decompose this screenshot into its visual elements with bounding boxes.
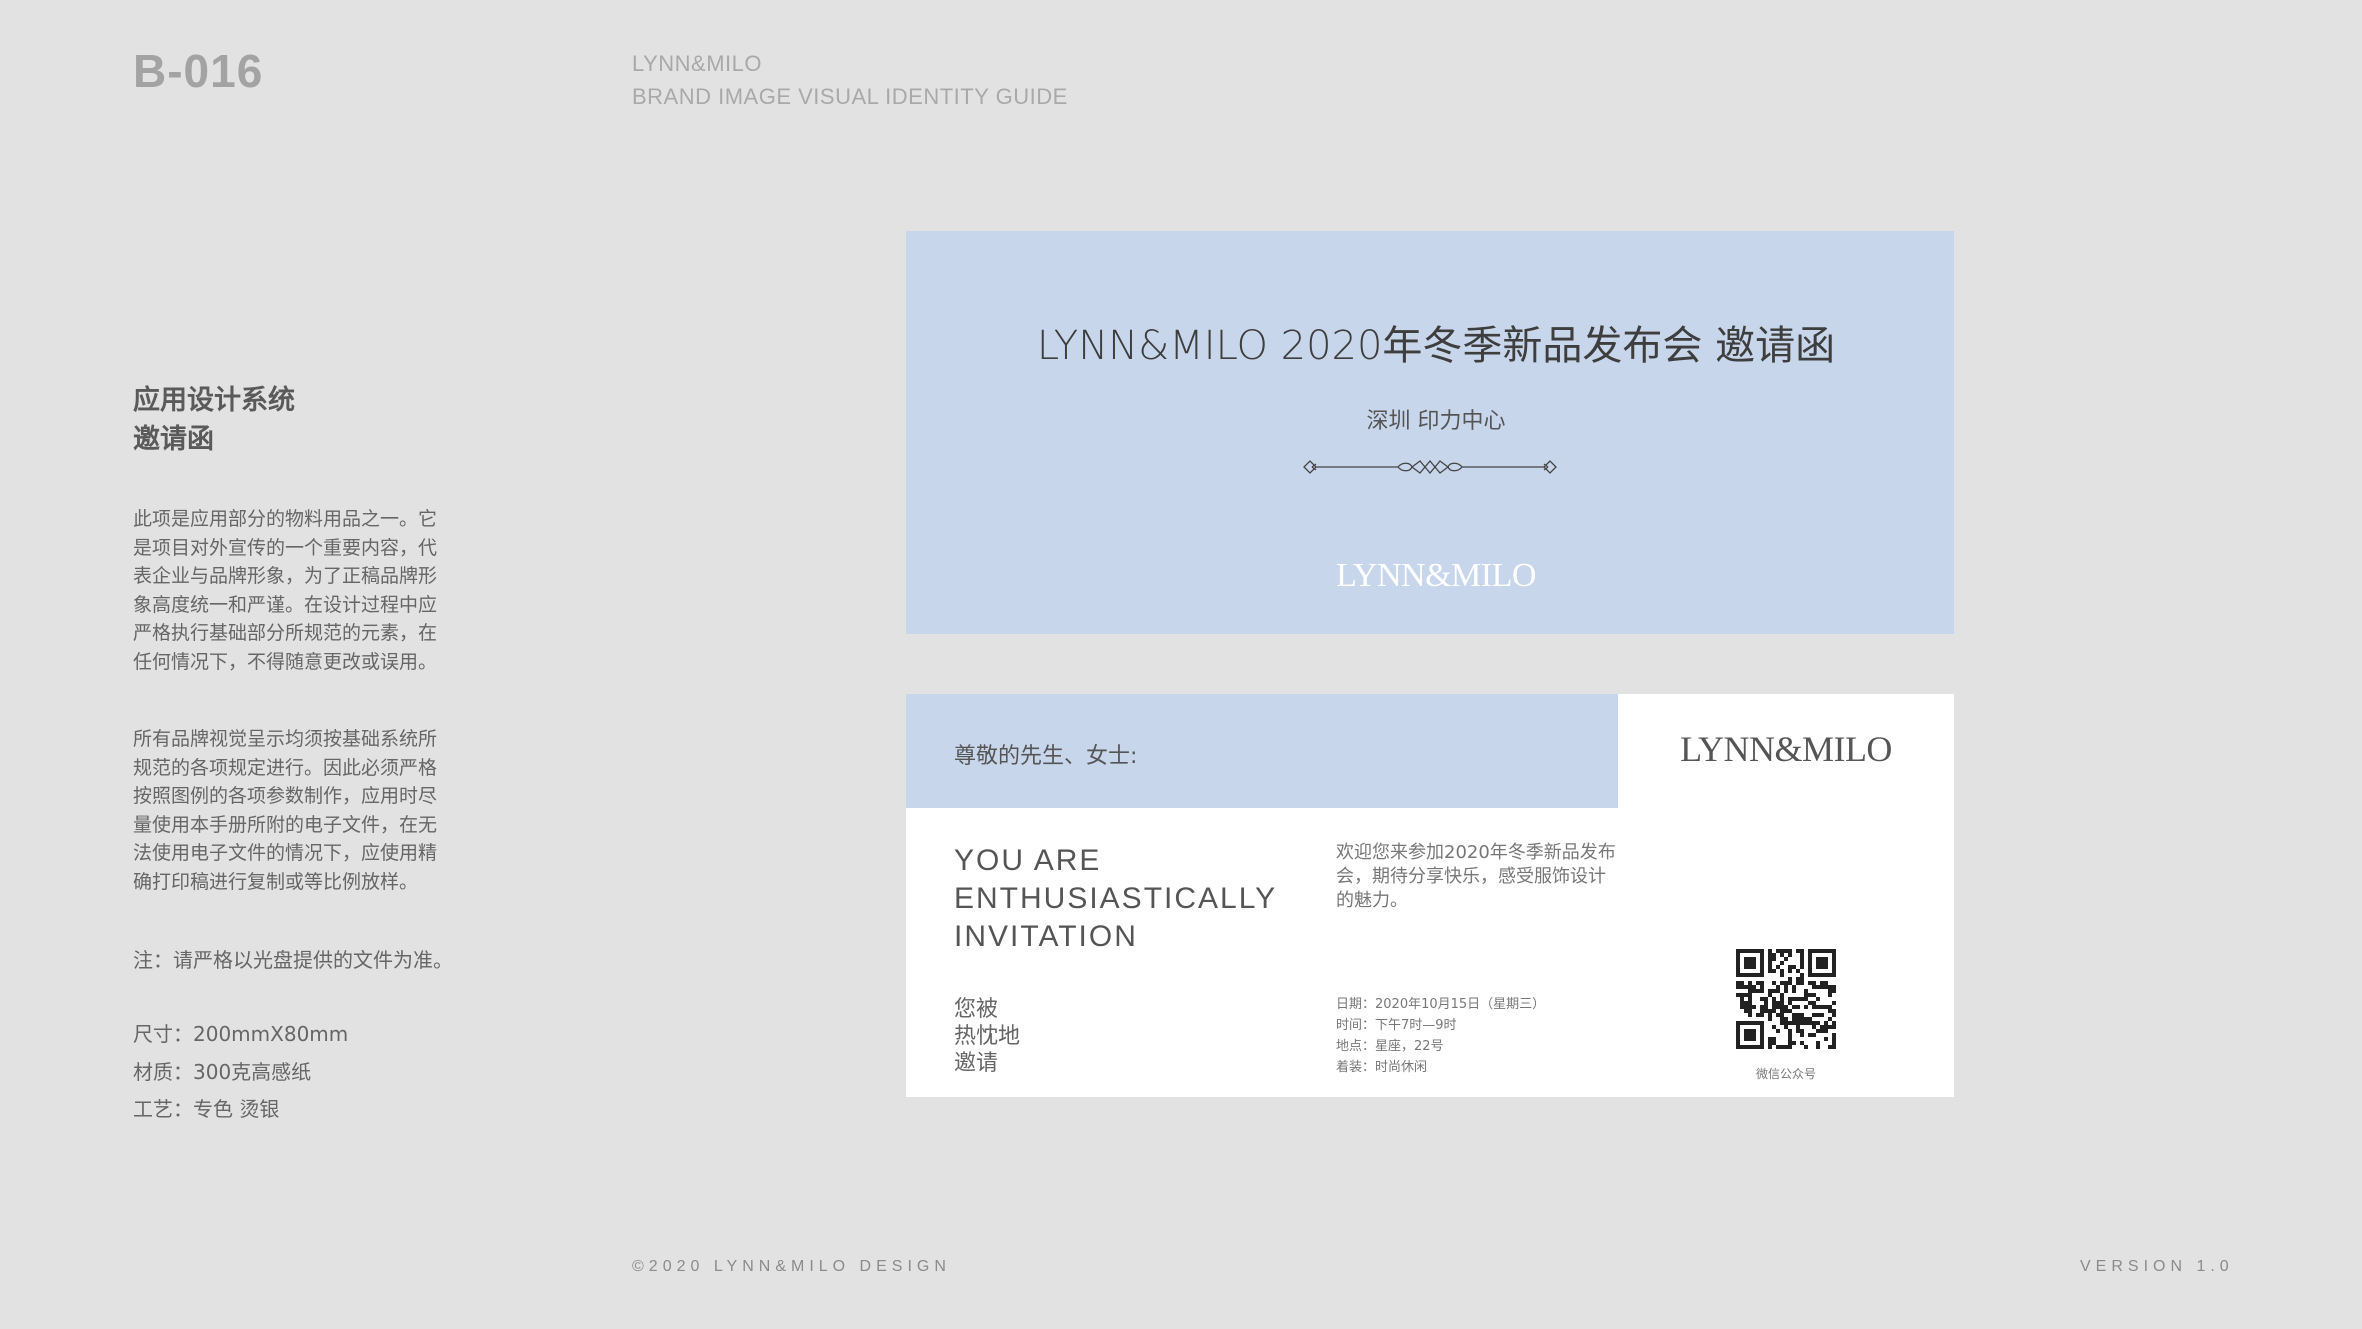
invitation-front-card: LYNN&MILO 2020年冬季新品发布会 邀请函 深圳 印力中心 LYNN&…	[906, 231, 1954, 634]
detail-time: 时间：下午7时—9时	[1336, 1018, 1457, 1033]
para-line: 确打印稿进行复制或等比例放样。	[133, 870, 419, 893]
invite-cn-line: 热忱地	[954, 1024, 1021, 1049]
greeting-text: 尊敬的先生、女士:	[954, 744, 1138, 769]
headline-line: YOU ARE	[954, 844, 1102, 877]
qr-caption: 微信公众号	[1755, 1067, 1816, 1081]
ornament-divider-icon	[1303, 459, 1557, 475]
detail-location: 地点：星座，22号	[1336, 1039, 1444, 1054]
para-line: 表企业与品牌形象，为了正稿品牌形	[133, 565, 438, 587]
welcome-text: 欢迎您来参加2020年冬季新品发布 会，期待分享快乐，感受服饰设计 的魅力。	[1336, 841, 1626, 913]
headline-line: ENTHUSIASTICALLY	[954, 882, 1278, 915]
spec-craft: 工艺：专色 烫银	[133, 1097, 280, 1121]
para-line: 是项目对外宣传的一个重要内容，代	[133, 536, 438, 559]
invite-cn-line: 邀请	[954, 1051, 999, 1076]
section-title-line1: 应用设计系统	[133, 385, 295, 416]
welcome-line: 的魅力。	[1336, 890, 1408, 911]
invitation-headline: YOU ARE ENTHUSIASTICALLY INVITATION	[954, 842, 1277, 956]
detail-dress-code: 着装：时尚休闲	[1336, 1060, 1428, 1075]
para-line: 法使用电子文件的情况下，应使用精	[133, 842, 438, 864]
para-line: 此项是应用部分的物料用品之一。它	[133, 508, 438, 530]
footer-copyright: ©2020 LYNN&MILO DESIGN	[632, 1258, 951, 1275]
event-details: 日期：2020年10月15日（星期三） 时间：下午7时—9时 地点：星座，22号…	[1336, 994, 1545, 1078]
brand-logo-dark: LYNN&MILO	[1680, 729, 1892, 769]
headline-line: INVITATION	[954, 920, 1138, 953]
welcome-line: 会，期待分享快乐，感受服饰设计	[1336, 866, 1606, 887]
description-paragraph-1: 此项是应用部分的物料用品之一。它 是项目对外宣传的一个重要内容，代 表企业与品牌…	[133, 505, 463, 676]
para-line: 规范的各项规定进行。因此必须严格	[133, 756, 438, 779]
invitation-cn-text: 您被 热忱地 邀请	[954, 996, 1020, 1077]
invitation-back-card: 尊敬的先生、女士: LYNN&MILO YOU ARE ENTHUSIASTIC…	[906, 694, 1954, 1097]
para-line: 所有品牌视觉呈示均须按基础系统所	[133, 728, 438, 750]
para-line: 任何情况下，不得随意更改或误用。	[133, 650, 438, 673]
detail-date: 日期：2020年10月15日（星期三）	[1336, 997, 1546, 1012]
footer-version: VERSION 1.0	[2080, 1258, 2234, 1275]
event-venue: 深圳 印力中心	[1366, 409, 1506, 434]
para-line: 按照图例的各项参数制作，应用时尽	[133, 785, 438, 807]
section-title-line2: 邀请函	[133, 424, 214, 455]
invite-cn-line: 您被	[954, 997, 999, 1022]
brand-logo-white: LYNN&MILO	[1336, 557, 1536, 594]
qr-code-icon	[1736, 949, 1836, 1049]
para-line: 象高度统一和严谨。在设计过程中应	[133, 593, 438, 616]
note-text: 注：请严格以光盘提供的文件为准。	[133, 948, 453, 972]
section-title: 应用设计系统 邀请函	[133, 381, 295, 459]
welcome-line: 欢迎您来参加2020年冬季新品发布	[1336, 842, 1616, 863]
spec-material: 材质：300克高感纸	[133, 1060, 312, 1084]
spec-size: 尺寸：200mmX80mm	[133, 1022, 349, 1046]
event-title: LYNN&MILO 2020年冬季新品发布会 邀请函	[1036, 323, 1836, 369]
description-paragraph-2: 所有品牌视觉呈示均须按基础系统所 规范的各项规定进行。因此必须严格 按照图例的各…	[133, 725, 463, 896]
page-code: B-016	[133, 45, 264, 97]
brand-name: LYNN&MILO	[632, 51, 763, 76]
guide-title: BRAND IMAGE VISUAL IDENTITY GUIDE	[632, 84, 1068, 109]
para-line: 量使用本手册所附的电子文件，在无	[133, 813, 438, 836]
para-line: 严格执行基础部分所规范的元素，在	[133, 622, 438, 644]
